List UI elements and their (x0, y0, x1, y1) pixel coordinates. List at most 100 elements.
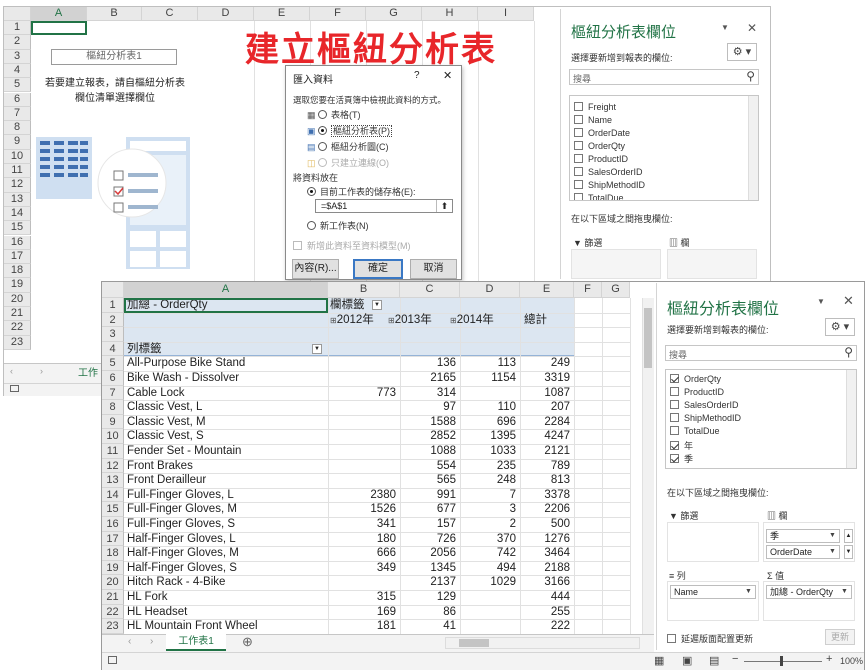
chevron-down-icon[interactable]: ▼ (828, 532, 837, 540)
chevron-down-icon[interactable]: ▼ (744, 588, 753, 596)
back-pane-menu-icon[interactable]: ▼ (721, 23, 729, 32)
macro-record-icon[interactable] (10, 385, 19, 392)
pivot-cell-2013[interactable]: 726 (400, 532, 456, 546)
back-field-item[interactable]: SalesOrderID (574, 167, 643, 177)
front-row-header[interactable]: 5 (102, 356, 124, 371)
back-columns-area[interactable] (667, 249, 757, 279)
front-row-header[interactable]: 10 (102, 429, 124, 444)
front-values-area[interactable]: 加總 - OrderQty ▼ (763, 581, 855, 621)
front-row-header[interactable]: 4 (102, 341, 124, 357)
pivot-row-label[interactable]: Half-Finger Gloves, L (127, 532, 325, 546)
pivot-cell-2014[interactable]: 370 (460, 532, 516, 546)
pivot-cell-2013[interactable]: 991 (400, 488, 456, 502)
pivot-cell-total[interactable]: 2284 (520, 415, 570, 429)
pivot-row-label[interactable]: Half-Finger Gloves, S (127, 561, 325, 575)
back-row-header[interactable]: 14 (4, 206, 31, 222)
front-sheet-tab[interactable]: 工作表1 (166, 634, 226, 651)
pivot-cell-2014[interactable]: 494 (460, 561, 516, 575)
pivot-cell-total[interactable]: 4247 (520, 429, 570, 443)
pivot-cell-2014[interactable]: 1029 (460, 575, 516, 589)
pivot-cell-2013[interactable]: 677 (400, 502, 456, 516)
back-row-header[interactable]: 21 (4, 307, 31, 322)
option-existing-sheet[interactable]: 目前工作表的儲存格(E): (307, 185, 416, 198)
pivot-cell-total[interactable]: 1276 (520, 532, 570, 546)
pivot-row-label[interactable]: Classic Vest, S (127, 429, 325, 443)
front-active-cell[interactable] (124, 298, 328, 313)
dialog-close-button[interactable]: ✕ (443, 69, 452, 82)
front-field-item[interactable]: TotalDue (670, 426, 720, 436)
pivot-cell-2013[interactable]: 97 (400, 400, 456, 414)
pivot-cell-total[interactable]: 3378 (520, 488, 570, 502)
pivot-cell-total[interactable]: 3464 (520, 546, 570, 560)
pivot-row-label[interactable]: Full-Finger Gloves, S (127, 517, 325, 531)
year-column-header[interactable]: ⊞2013年 (388, 313, 432, 328)
chevron-down-icon[interactable]: ▼ (840, 588, 849, 596)
column-filter-dropdown-icon[interactable]: ▼ (372, 300, 382, 310)
option-table[interactable]: ▦ 表格(T) (307, 108, 361, 121)
pivot-cell-total[interactable]: 2121 (520, 444, 570, 458)
expand-icon[interactable]: ⊞ (388, 316, 395, 325)
zoom-slider-thumb[interactable] (780, 656, 783, 666)
pivot-cell-2013[interactable]: 565 (400, 473, 456, 487)
front-row-header[interactable]: 1 (102, 298, 124, 313)
checkbox[interactable] (574, 167, 583, 177)
back-row-header[interactable]: 12 (4, 178, 31, 193)
back-field-item[interactable]: ShipMethodID (574, 180, 645, 190)
columns-scroll-down[interactable]: ▼ (844, 545, 853, 559)
front-field-item[interactable]: OrderQty (670, 374, 721, 384)
pivot-cell-2013[interactable]: 136 (400, 356, 456, 370)
front-filters-area[interactable] (667, 522, 759, 562)
checkbox[interactable] (670, 374, 679, 384)
page-layout-icon[interactable]: ▣ (682, 654, 692, 667)
front-column-header[interactable]: D (460, 282, 520, 298)
back-field-item[interactable]: Name (574, 115, 612, 125)
back-row-header[interactable]: 13 (4, 192, 31, 207)
column-field-orderdate[interactable]: OrderDate ▼ (766, 545, 840, 559)
pivot-cell-total[interactable]: 813 (520, 473, 570, 487)
front-pane-menu-icon[interactable]: ▼ (817, 297, 825, 306)
front-pane-search[interactable]: 搜尋 ⚲ (665, 345, 857, 361)
front-row-header[interactable]: 20 (102, 575, 124, 590)
back-pane-gear-icon[interactable]: ⚙ ▾ (727, 43, 757, 61)
checkbox[interactable] (670, 441, 679, 451)
back-row-header[interactable]: 5 (4, 78, 31, 93)
checkbox[interactable] (574, 128, 583, 138)
pivot-cell-2013[interactable]: 1345 (400, 561, 456, 575)
row-filter-dropdown-icon[interactable]: ▼ (312, 343, 322, 354)
year-column-header[interactable]: ⊞2014年 (450, 313, 494, 328)
back-row-header[interactable]: 15 (4, 221, 31, 236)
pivot-row-label[interactable]: Full-Finger Gloves, L (127, 488, 325, 502)
ok-button[interactable]: 確定 (353, 259, 403, 279)
front-field-item[interactable]: 年 (670, 439, 693, 452)
pivot-row-label[interactable]: Classic Vest, M (127, 415, 325, 429)
front-column-header[interactable]: A (124, 282, 328, 298)
front-scroll-thumb[interactable] (644, 308, 652, 368)
pivot-row-label[interactable]: Bike Wash - Dissolver (127, 371, 325, 385)
expand-icon[interactable]: ⊞ (330, 316, 337, 325)
front-row-header[interactable]: 16 (102, 517, 124, 532)
pivot-cell-2013[interactable]: 314 (400, 386, 456, 400)
front-column-header[interactable]: F (574, 282, 602, 298)
back-row-header[interactable]: 2 (4, 35, 31, 50)
pivot-cell-2014[interactable]: 742 (460, 546, 516, 560)
pivot-cell-2012[interactable]: 181 (328, 619, 396, 633)
checkbox[interactable] (670, 454, 679, 464)
dialog-help-button[interactable]: ? (414, 70, 420, 81)
select-all-corner[interactable] (4, 7, 31, 21)
pivot-cell-2014[interactable]: 2 (460, 517, 516, 531)
front-column-header[interactable]: G (602, 282, 630, 298)
zoom-in-icon[interactable]: + (826, 653, 832, 665)
front-row-header[interactable]: 12 (102, 458, 124, 474)
pivot-cell-total[interactable]: 1087 (520, 386, 570, 400)
back-row-header[interactable]: 8 (4, 121, 31, 136)
collapse-dialog-icon[interactable]: ⬆ (436, 200, 452, 212)
front-hscroll-thumb[interactable] (459, 639, 489, 647)
pivot-cell-total[interactable]: 500 (520, 517, 570, 531)
pivot-cell-2013[interactable]: 2852 (400, 429, 456, 443)
back-field-item[interactable]: Freight (574, 102, 616, 112)
front-row-header[interactable]: 2 (102, 312, 124, 328)
checkbox[interactable] (574, 154, 583, 164)
back-sheet-tab[interactable]: 工作 (78, 364, 98, 379)
zoom-out-icon[interactable]: − (732, 653, 738, 665)
checkbox[interactable] (574, 193, 583, 200)
